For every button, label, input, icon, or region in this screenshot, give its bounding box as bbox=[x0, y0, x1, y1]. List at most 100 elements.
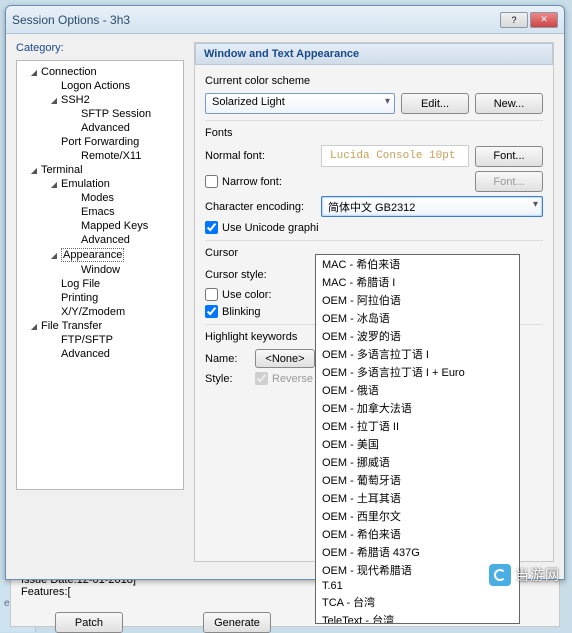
dropdown-item[interactable]: MAC - 希伯来语 bbox=[316, 255, 519, 273]
dropdown-item[interactable]: OEM - 希腊语 437G bbox=[316, 543, 519, 561]
tree-item-label: FTP/SFTP bbox=[61, 334, 113, 346]
dropdown-item[interactable]: MAC - 希腊语 I bbox=[316, 273, 519, 291]
hl-name-button[interactable]: <None> bbox=[255, 349, 315, 368]
expander-icon[interactable] bbox=[69, 221, 79, 231]
hl-style-label: Style: bbox=[205, 373, 249, 385]
tree-item-label: Window bbox=[81, 264, 120, 276]
tree-item[interactable]: Printing bbox=[17, 291, 183, 305]
use-color-checkbox[interactable] bbox=[205, 288, 218, 301]
expander-icon[interactable] bbox=[69, 207, 79, 217]
unicode-label: Use Unicode graphi bbox=[222, 222, 319, 234]
encoding-label: Character encoding: bbox=[205, 201, 315, 213]
tree-item[interactable]: Logon Actions bbox=[17, 79, 183, 93]
expander-icon[interactable]: ◢ bbox=[29, 67, 39, 77]
tree-item-label: Log File bbox=[61, 278, 100, 290]
expander-icon[interactable]: ◢ bbox=[49, 179, 59, 189]
tree-item[interactable]: Port Forwarding bbox=[17, 135, 183, 149]
dropdown-item[interactable]: OEM - 土耳其语 bbox=[316, 489, 519, 507]
watermark-text: 当游网 bbox=[515, 565, 560, 585]
tree-item-label: SSH2 bbox=[61, 94, 90, 106]
dropdown-item[interactable]: OEM - 冰岛语 bbox=[316, 309, 519, 327]
narrow-font-checkbox[interactable] bbox=[205, 175, 218, 188]
tree-item[interactable]: Modes bbox=[17, 191, 183, 205]
tree-item-label: X/Y/Zmodem bbox=[61, 306, 125, 318]
dropdown-item[interactable]: OEM - 阿拉伯语 bbox=[316, 291, 519, 309]
expander-icon[interactable] bbox=[49, 335, 59, 345]
panel-title: Window and Text Appearance bbox=[195, 43, 553, 65]
tree-item[interactable]: Advanced bbox=[17, 347, 183, 361]
dropdown-item[interactable]: OEM - 俄语 bbox=[316, 381, 519, 399]
tree-item[interactable]: Advanced bbox=[17, 121, 183, 135]
dropdown-item[interactable]: OEM - 西里尔文 bbox=[316, 507, 519, 525]
tree-item[interactable]: ◢SSH2 bbox=[17, 93, 183, 107]
reverse-checkbox bbox=[255, 372, 268, 385]
tree-item[interactable]: Log File bbox=[17, 277, 183, 291]
expander-icon[interactable] bbox=[49, 349, 59, 359]
tree-item-label: Terminal bbox=[41, 164, 83, 176]
encoding-combo[interactable]: 简体中文 GB2312 bbox=[321, 196, 543, 217]
blinking-label: Blinking bbox=[222, 306, 261, 318]
expander-icon[interactable] bbox=[69, 265, 79, 275]
tree-item-label: Port Forwarding bbox=[61, 136, 139, 148]
dropdown-item[interactable]: OEM - 波罗的语 bbox=[316, 327, 519, 345]
generate-button[interactable]: Generate bbox=[203, 612, 271, 633]
expander-icon[interactable] bbox=[69, 151, 79, 161]
expander-icon[interactable]: ◢ bbox=[29, 165, 39, 175]
dropdown-item[interactable]: TeleText - 台湾 bbox=[316, 611, 519, 624]
expander-icon[interactable] bbox=[49, 279, 59, 289]
tree-item[interactable]: Advanced bbox=[17, 233, 183, 247]
cursor-style-label: Cursor style: bbox=[205, 269, 315, 281]
expander-icon[interactable] bbox=[69, 123, 79, 133]
tree-item[interactable]: ◢Terminal bbox=[17, 163, 183, 177]
patch-button[interactable]: Patch bbox=[55, 612, 123, 633]
expander-icon[interactable] bbox=[69, 235, 79, 245]
expander-icon[interactable] bbox=[69, 193, 79, 203]
watermark: 当游网 bbox=[489, 564, 560, 586]
expander-icon[interactable]: ◢ bbox=[49, 95, 59, 105]
expander-icon[interactable] bbox=[69, 109, 79, 119]
edit-scheme-button[interactable]: Edit... bbox=[401, 93, 469, 114]
blinking-checkbox[interactable] bbox=[205, 305, 218, 318]
tree-item[interactable]: Window bbox=[17, 263, 183, 277]
narrow-font-button[interactable]: Font... bbox=[475, 171, 543, 192]
tree-item-label: Emulation bbox=[61, 178, 110, 190]
tree-item[interactable]: ◢Emulation bbox=[17, 177, 183, 191]
help-button[interactable]: ? bbox=[500, 12, 528, 28]
color-scheme-combo[interactable]: Solarized Light bbox=[205, 93, 395, 114]
dropdown-item[interactable]: OEM - 葡萄牙语 bbox=[316, 471, 519, 489]
expander-icon[interactable] bbox=[49, 137, 59, 147]
dropdown-item[interactable]: OEM - 多语言拉丁语 I bbox=[316, 345, 519, 363]
dropdown-item[interactable]: OEM - 美国 bbox=[316, 435, 519, 453]
tree-item[interactable]: FTP/SFTP bbox=[17, 333, 183, 347]
expander-icon[interactable] bbox=[49, 81, 59, 91]
tree-item-label: File Transfer bbox=[41, 320, 102, 332]
close-button[interactable]: ✕ bbox=[530, 12, 558, 28]
expander-icon[interactable]: ◢ bbox=[49, 250, 59, 260]
tree-item[interactable]: ◢File Transfer bbox=[17, 319, 183, 333]
tree-item[interactable]: X/Y/Zmodem bbox=[17, 305, 183, 319]
category-tree[interactable]: ◢ConnectionLogon Actions◢SSH2SFTP Sessio… bbox=[16, 60, 184, 490]
dropdown-item[interactable]: OEM - 多语言拉丁语 I + Euro bbox=[316, 363, 519, 381]
normal-font-button[interactable]: Font... bbox=[475, 146, 543, 167]
titlebar[interactable]: Session Options - 3h3 ? ✕ bbox=[6, 6, 564, 34]
tree-item-label: Emacs bbox=[81, 206, 115, 218]
tree-item[interactable]: Emacs bbox=[17, 205, 183, 219]
expander-icon[interactable] bbox=[49, 307, 59, 317]
dropdown-item[interactable]: OEM - 拉丁语 II bbox=[316, 417, 519, 435]
tree-item[interactable]: Remote/X11 bbox=[17, 149, 183, 163]
tree-item[interactable]: Mapped Keys bbox=[17, 219, 183, 233]
dropdown-item[interactable]: OEM - 希伯来语 bbox=[316, 525, 519, 543]
new-scheme-button[interactable]: New... bbox=[475, 93, 543, 114]
dropdown-item[interactable]: OEM - 加拿大法语 bbox=[316, 399, 519, 417]
tree-item[interactable]: ◢Appearance bbox=[17, 247, 183, 263]
fonts-label: Fonts bbox=[205, 127, 543, 139]
tree-item-label: Logon Actions bbox=[61, 80, 130, 92]
tree-item[interactable]: ◢Connection bbox=[17, 65, 183, 79]
expander-icon[interactable] bbox=[49, 293, 59, 303]
tree-item-label: Advanced bbox=[61, 348, 110, 360]
expander-icon[interactable]: ◢ bbox=[29, 321, 39, 331]
dropdown-item[interactable]: TCA - 台湾 bbox=[316, 593, 519, 611]
tree-item[interactable]: SFTP Session bbox=[17, 107, 183, 121]
unicode-checkbox[interactable] bbox=[205, 221, 218, 234]
dropdown-item[interactable]: OEM - 挪威语 bbox=[316, 453, 519, 471]
